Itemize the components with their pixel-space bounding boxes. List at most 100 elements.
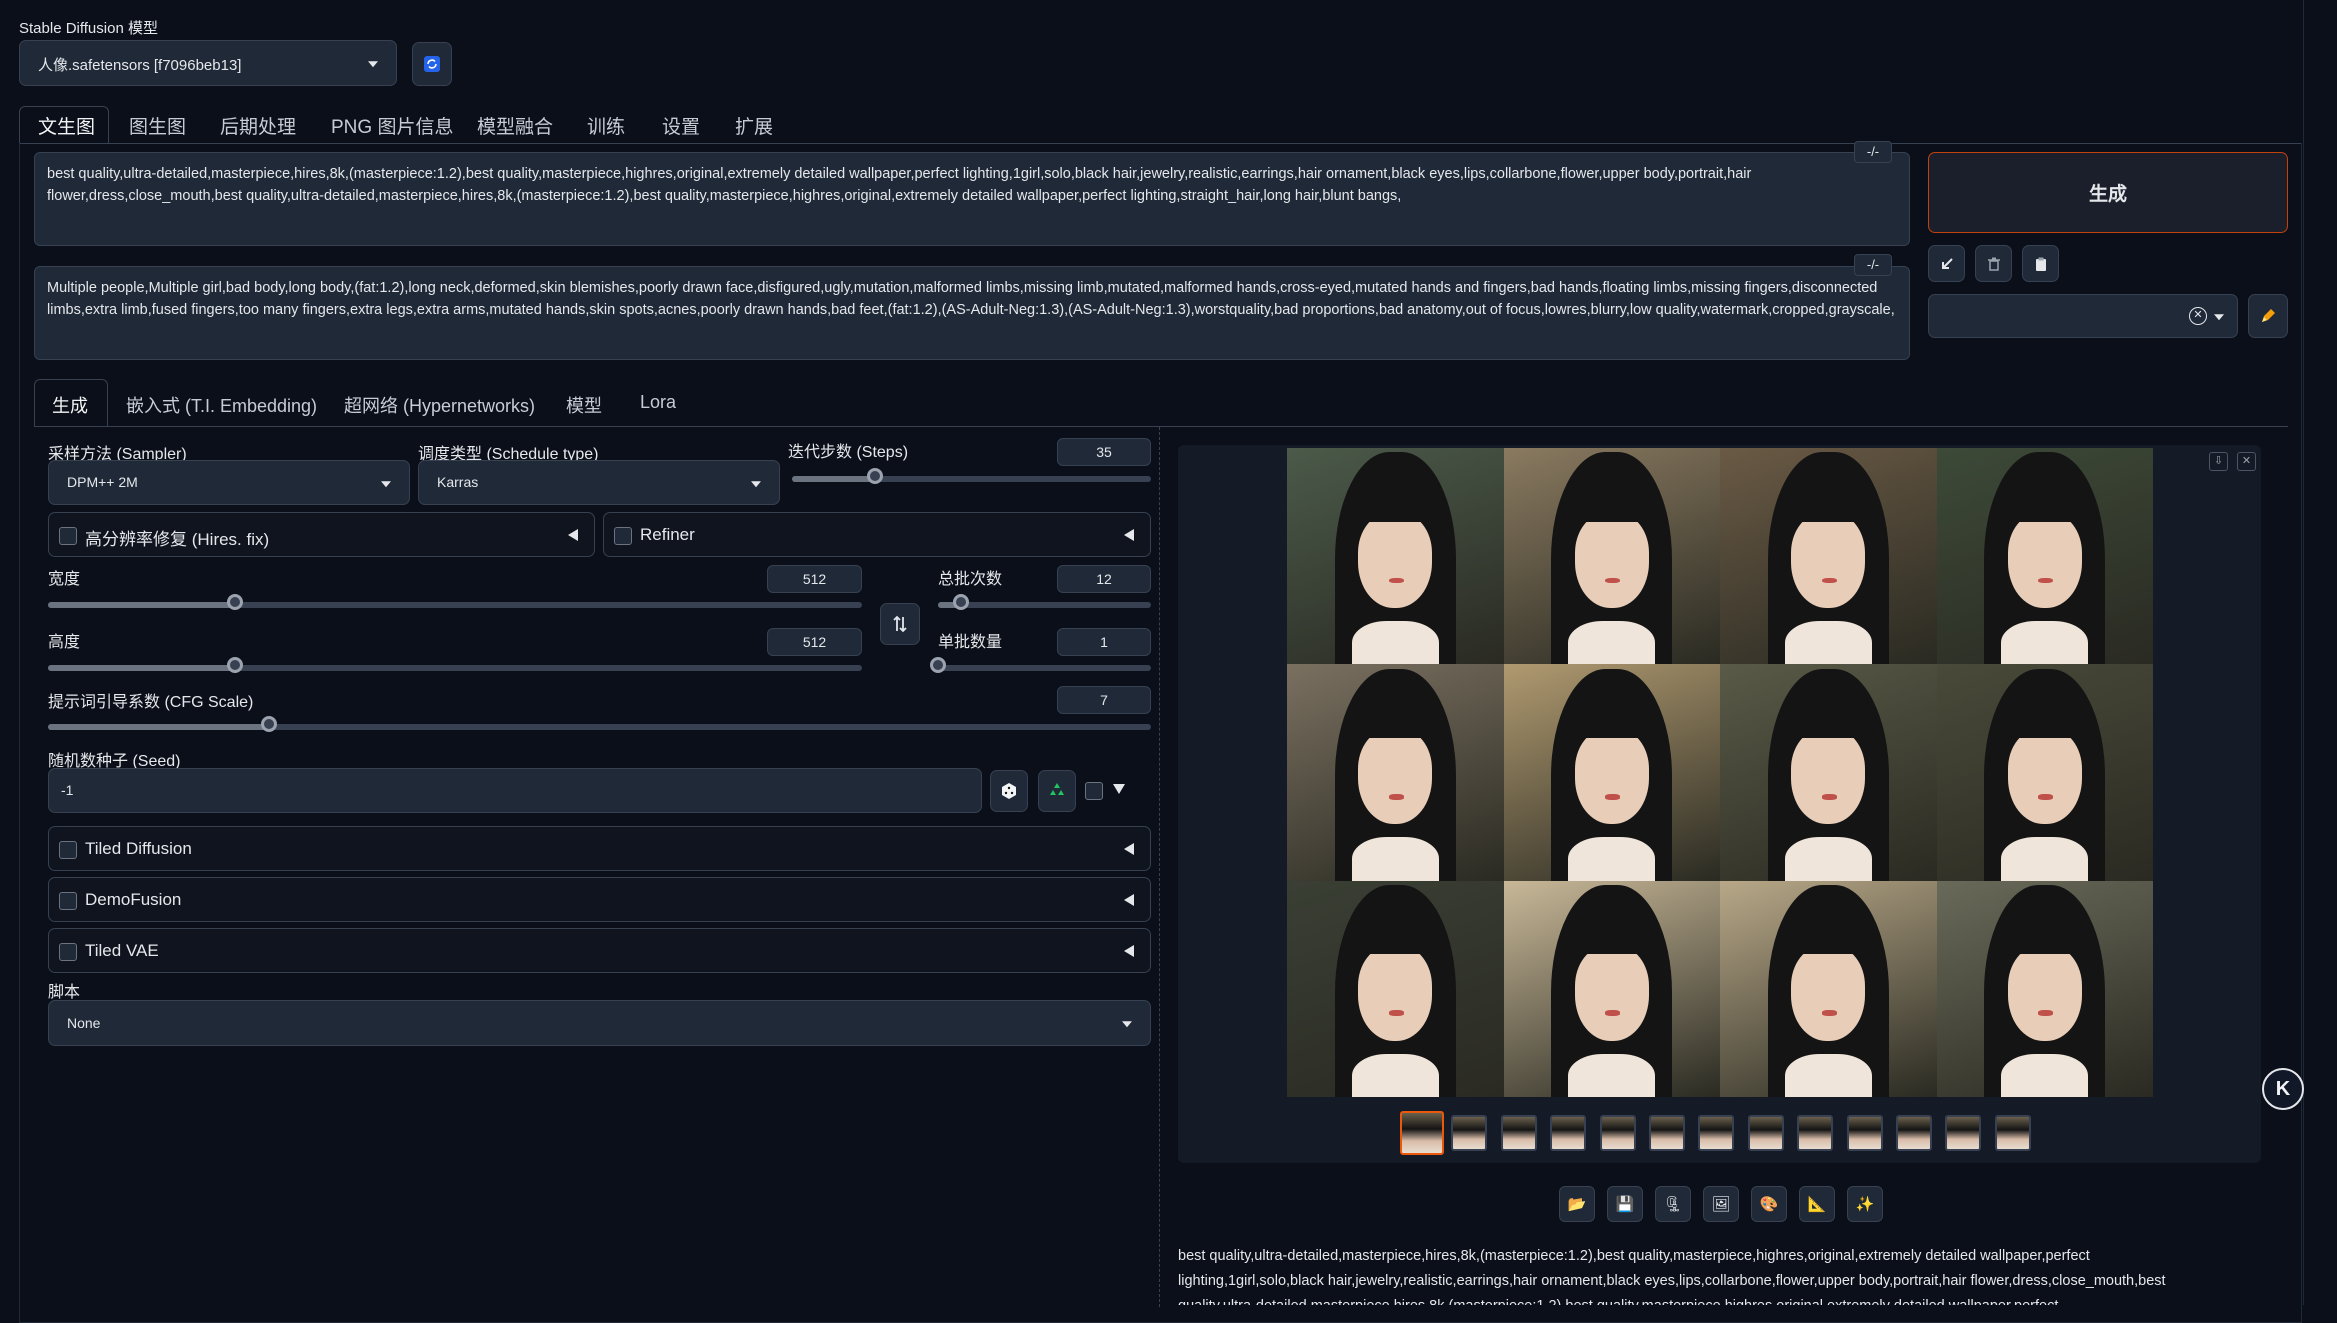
extension-checkbox[interactable] [59, 943, 77, 961]
main-tab-label[interactable]: 设置 [662, 112, 700, 139]
output-tool-button[interactable]: 🗜 [1655, 1186, 1691, 1222]
floating-assistant-button[interactable]: K [2262, 1068, 2304, 1110]
main-tab-label[interactable]: 训练 [587, 112, 625, 139]
swap-dimensions-button[interactable] [880, 603, 920, 645]
sub-tab-label[interactable]: 生成 [52, 392, 88, 418]
gallery-thumbnail[interactable] [1698, 1115, 1735, 1151]
batch-size-label: 单批数量 [938, 634, 1003, 651]
schedule-dropdown[interactable]: Karras [418, 460, 780, 505]
output-image[interactable] [1287, 664, 1504, 881]
output-tool-button[interactable]: 📐 [1799, 1186, 1835, 1222]
styles-dropdown[interactable]: ✕ [1928, 294, 2238, 338]
batch-size-slider[interactable] [930, 657, 1151, 673]
extension-accordion[interactable]: Tiled VAE [48, 928, 1151, 973]
main-tab-label[interactable]: 图生图 [129, 112, 186, 139]
height-slider[interactable] [48, 657, 862, 673]
hires-fix-checkbox[interactable] [59, 527, 77, 545]
sub-tab-label[interactable]: Lora [640, 392, 676, 413]
output-image[interactable] [1936, 448, 2153, 665]
seed-input[interactable]: -1 [48, 768, 982, 813]
refiner-checkbox[interactable] [614, 527, 632, 545]
steps-slider[interactable] [792, 468, 1151, 484]
close-icon[interactable]: ✕ [2237, 452, 2256, 471]
refresh-model-button[interactable] [412, 42, 452, 86]
sampler-dropdown[interactable]: DPM++ 2M [48, 460, 410, 505]
chevron-down-icon [2214, 314, 2224, 321]
read-params-button[interactable] [1928, 245, 1965, 282]
width-input[interactable]: 512 [767, 565, 862, 593]
gallery-thumbnail[interactable] [1994, 1115, 2031, 1151]
main-tab-label[interactable]: 后期处理 [220, 112, 296, 139]
width-slider[interactable] [48, 594, 862, 610]
extension-checkbox[interactable] [59, 892, 77, 910]
extra-seed-checkbox[interactable] [1085, 782, 1103, 800]
clear-prompt-button[interactable] [1975, 245, 2012, 282]
cfg-input[interactable]: 7 [1057, 686, 1151, 714]
output-image[interactable] [1287, 880, 1504, 1097]
sub-tab-label[interactable]: 超网络 (Hypernetworks) [344, 392, 535, 418]
output-image-grid[interactable] [1287, 448, 2153, 1097]
gallery-thumbnail[interactable] [1599, 1115, 1636, 1151]
output-tool-button[interactable]: ✨ [1847, 1186, 1883, 1222]
output-image[interactable] [1287, 448, 1504, 665]
extension-checkbox[interactable] [59, 841, 77, 859]
generate-button[interactable]: 生成 [1928, 152, 2288, 233]
extension-accordion[interactable]: DemoFusion [48, 877, 1151, 922]
sub-tab-label[interactable]: 嵌入式 (T.I. Embedding) [126, 392, 317, 418]
output-tool-button[interactable]: 💾 [1607, 1186, 1643, 1222]
output-tool-button[interactable]: 📂 [1559, 1186, 1595, 1222]
negative-prompt-toggle[interactable]: -/- [1854, 254, 1892, 276]
batch-size-input[interactable]: 1 [1057, 628, 1151, 656]
output-image[interactable] [1720, 880, 1937, 1097]
sub-tab-label[interactable]: 模型 [566, 392, 602, 418]
gallery-thumbnail[interactable] [1400, 1111, 1444, 1155]
output-image[interactable] [1720, 448, 1937, 665]
output-image[interactable] [1503, 448, 1720, 665]
height-input[interactable]: 512 [767, 628, 862, 656]
paste-button[interactable] [2022, 245, 2059, 282]
refiner-accordion[interactable]: Refiner [603, 512, 1151, 557]
main-tab-label[interactable]: PNG 图片信息 [331, 112, 453, 139]
script-dropdown[interactable]: None [48, 1000, 1151, 1046]
edit-styles-button[interactable] [2248, 294, 2288, 338]
output-image[interactable] [1936, 880, 2153, 1097]
extension-accordion[interactable]: Tiled Diffusion [48, 826, 1151, 871]
output-image[interactable] [1720, 664, 1937, 881]
main-tab-label[interactable]: 扩展 [735, 112, 773, 139]
output-tool-button[interactable]: 🖼 [1703, 1186, 1739, 1222]
close-icon[interactable]: ✕ [2189, 307, 2207, 325]
random-seed-button[interactable] [990, 770, 1028, 812]
gallery-thumbnail[interactable] [1500, 1115, 1537, 1151]
main-tab-label[interactable]: 文生图 [38, 112, 95, 139]
model-dropdown-value: 人像.safetensors [f7096beb13] [38, 57, 242, 74]
extension-label: DemoFusion [85, 890, 182, 909]
positive-prompt-toggle[interactable]: -/- [1854, 141, 1892, 163]
chevron-down-icon [1122, 1021, 1132, 1028]
gallery-thumbnail[interactable] [1550, 1115, 1587, 1151]
negative-prompt-input[interactable]: Multiple people,Multiple girl,bad body,l… [34, 266, 1910, 360]
gallery-thumbnail[interactable] [1797, 1115, 1834, 1151]
ruler-icon: 📐 [1807, 1196, 1827, 1213]
output-tool-button[interactable]: 🎨 [1751, 1186, 1787, 1222]
download-icon[interactable]: ⇩ [2209, 452, 2228, 471]
output-image[interactable] [1936, 664, 2153, 881]
reuse-seed-button[interactable] [1038, 770, 1076, 812]
gallery-thumbnail[interactable] [1896, 1115, 1932, 1151]
gallery-thumbnail[interactable] [1649, 1115, 1685, 1151]
gallery-thumbnail[interactable] [1747, 1115, 1784, 1151]
steps-input[interactable]: 35 [1057, 438, 1151, 466]
gallery-thumbnail[interactable] [1945, 1115, 1982, 1151]
cfg-slider[interactable] [48, 716, 1151, 732]
gallery-thumbnail[interactable] [1451, 1115, 1488, 1151]
output-image[interactable] [1503, 880, 1720, 1097]
expand-icon[interactable] [1113, 784, 1125, 794]
positive-prompt-input[interactable]: best quality,ultra-detailed,masterpiece,… [34, 152, 1910, 246]
model-dropdown[interactable]: 人像.safetensors [f7096beb13] [19, 40, 397, 86]
main-tab-label[interactable]: 模型融合 [477, 112, 553, 139]
hires-fix-accordion[interactable]: 高分辨率修复 (Hires. fix) [48, 512, 595, 557]
gallery-thumbnail[interactable] [1846, 1115, 1883, 1151]
batch-count-input[interactable]: 12 [1057, 565, 1151, 593]
extension-label: Tiled Diffusion [85, 839, 192, 858]
batch-count-slider[interactable] [938, 594, 1151, 610]
output-image[interactable] [1503, 664, 1720, 881]
